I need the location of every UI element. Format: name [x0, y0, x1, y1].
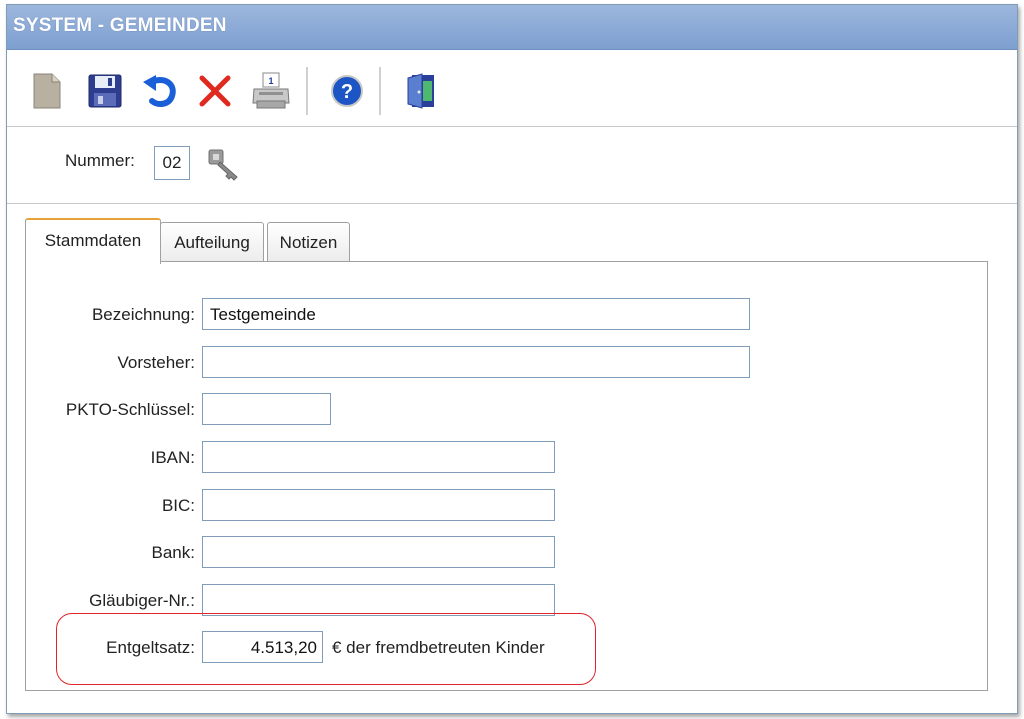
print-icon: 1	[252, 72, 290, 109]
glaeubiger-label: Gläubiger-Nr.:	[89, 591, 195, 610]
tab-aufteilung[interactable]: Aufteilung	[160, 222, 264, 261]
glaeubiger-field[interactable]	[202, 584, 555, 616]
number-field[interactable]: 02	[154, 146, 190, 180]
form-row-bank: Bank:	[26, 536, 987, 570]
form-row-iban: IBAN:	[26, 441, 987, 475]
toolbar-separator	[306, 67, 309, 115]
window: SYSTEM - GEMEINDEN 1 ? Nummer: 02 Stammd…	[6, 4, 1018, 714]
save-icon	[88, 74, 122, 108]
form-row-vorsteher: Vorsteher:	[26, 346, 987, 380]
help-icon: ?	[331, 75, 363, 107]
exit-door-icon	[407, 73, 434, 109]
number-label: Nummer:	[65, 151, 135, 170]
window-title: SYSTEM - GEMEINDEN	[13, 15, 227, 36]
bezeichnung-label: Bezeichnung:	[91, 305, 195, 324]
entgeltsatz-field[interactable]: 4.513,20	[202, 631, 323, 663]
toolbar-separator	[379, 67, 382, 115]
title-bar: SYSTEM - GEMEINDEN	[7, 5, 1017, 50]
undo-button[interactable]	[140, 71, 180, 111]
bank-field[interactable]	[202, 536, 555, 568]
stammdaten-panel: Bezeichnung: Testgemeinde Vorsteher: PKT…	[25, 261, 988, 691]
vorsteher-label: Vorsteher:	[117, 353, 196, 372]
bezeichnung-field[interactable]: Testgemeinde	[202, 298, 750, 330]
key-search-icon	[208, 149, 238, 181]
new-document-icon	[33, 73, 61, 109]
svg-text:?: ?	[341, 81, 353, 103]
delete-icon	[199, 75, 231, 107]
help-button[interactable]: ?	[327, 71, 367, 111]
form-row-pkto: PKTO-Schlüssel:	[26, 393, 987, 427]
pkto-label: PKTO-Schlüssel:	[65, 400, 195, 419]
tab-container: Stammdaten Aufteilung Notizen Bezeichnun…	[7, 204, 1017, 713]
delete-button[interactable]	[195, 71, 235, 111]
entgeltsatz-suffix: € der fremdbetreuten Kinder	[332, 638, 545, 657]
vorsteher-field[interactable]	[202, 346, 750, 378]
exit-button[interactable]	[401, 71, 441, 111]
iban-label: IBAN:	[150, 448, 195, 467]
bic-field[interactable]	[202, 489, 555, 521]
key-search-button[interactable]	[205, 144, 245, 184]
new-button[interactable]	[27, 71, 67, 111]
form-row-bezeichnung: Bezeichnung: Testgemeinde	[26, 298, 987, 332]
form-row-entgeltsatz: Entgeltsatz: 4.513,20 € der fremdbetreut…	[26, 631, 987, 665]
svg-text:1: 1	[268, 76, 273, 86]
undo-icon	[143, 75, 176, 107]
bic-label: BIC:	[161, 496, 195, 515]
form-row-glaeubiger: Gläubiger-Nr.:	[26, 584, 987, 618]
bank-label: Bank:	[151, 543, 195, 562]
number-row: Nummer: 02	[7, 127, 1017, 204]
form-row-bic: BIC:	[26, 489, 987, 523]
toolbar: 1 ?	[7, 50, 1017, 127]
print-button[interactable]: 1	[251, 71, 291, 111]
save-button[interactable]	[85, 71, 125, 111]
tab-notizen[interactable]: Notizen	[267, 222, 350, 261]
entgeltsatz-label: Entgeltsatz:	[106, 638, 195, 657]
tab-stammdaten[interactable]: Stammdaten	[25, 218, 161, 264]
pkto-field[interactable]	[202, 393, 331, 425]
iban-field[interactable]	[202, 441, 555, 473]
